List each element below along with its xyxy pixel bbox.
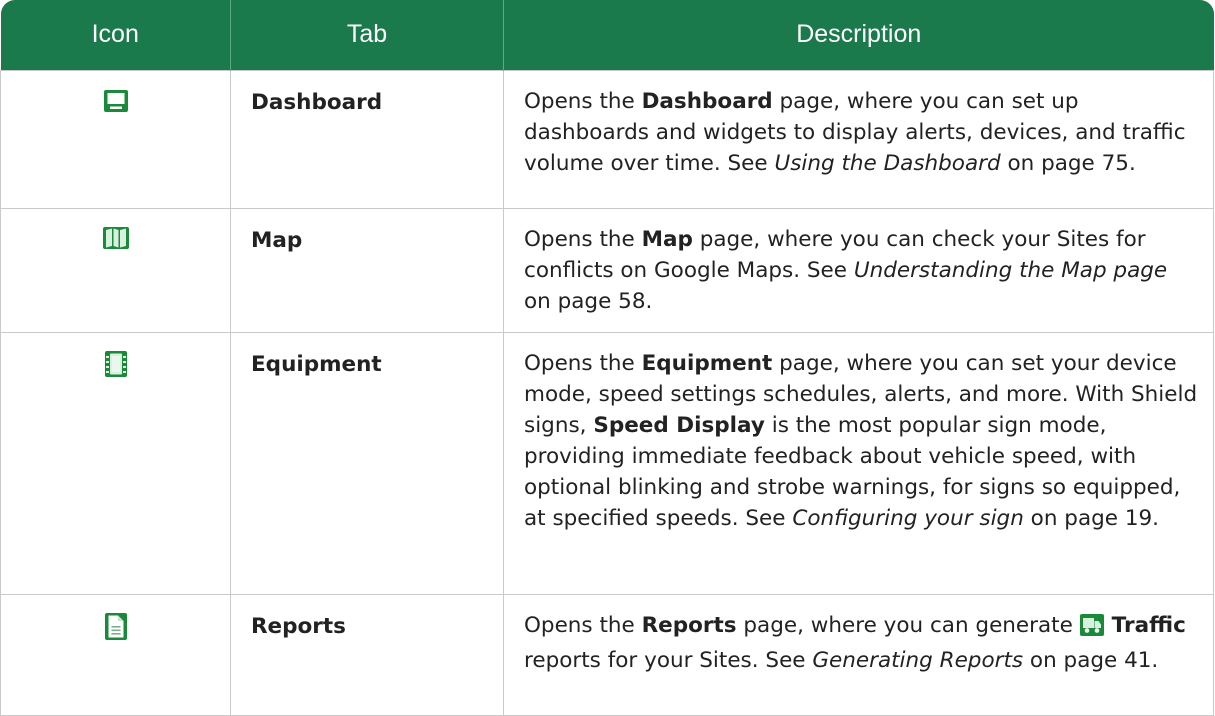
table-row: Equipment Opens the Equipment page, wher… bbox=[0, 331, 1214, 595]
description: Opens the Equipment page, where you can … bbox=[503, 331, 1214, 595]
table-header-row: Icon Tab Description bbox=[0, 0, 1214, 70]
equipment-chip-icon bbox=[104, 350, 127, 386]
tab-name: Map bbox=[230, 207, 504, 333]
description: Opens the Dashboard page, where you can … bbox=[503, 69, 1214, 209]
icon-cell bbox=[0, 593, 231, 716]
table-row: Reports Opens the Reports page, where yo… bbox=[0, 593, 1214, 716]
icon-cell bbox=[0, 331, 231, 595]
header-tab: Tab bbox=[230, 0, 504, 70]
description-bold: Dashboard bbox=[641, 88, 773, 114]
icon-cell bbox=[0, 69, 231, 209]
tab-description-table: Icon Tab Description Dashboard Opens the… bbox=[0, 0, 1214, 716]
description: Opens the Map page, where you can check … bbox=[503, 207, 1214, 333]
description: Opens the Reports page, where you can ge… bbox=[503, 593, 1214, 716]
description-bold: Traffic bbox=[1111, 612, 1186, 638]
description-bold: Speed Display bbox=[593, 412, 765, 438]
dashboard-monitor-icon bbox=[103, 89, 129, 122]
map-icon bbox=[102, 226, 129, 258]
header-description: Description bbox=[503, 0, 1214, 70]
cross-reference: Using the Dashboard bbox=[774, 150, 1001, 176]
cross-reference: Understanding the Map page bbox=[853, 257, 1168, 283]
cross-reference: Generating Reports bbox=[812, 647, 1024, 673]
traffic-truck-icon bbox=[1079, 613, 1104, 645]
tab-name: Dashboard bbox=[230, 69, 504, 209]
table-row: Dashboard Opens the Dashboard page, wher… bbox=[0, 69, 1214, 209]
description-bold: Map bbox=[641, 226, 693, 252]
tab-name: Equipment bbox=[230, 331, 504, 595]
header-icon: Icon bbox=[0, 0, 231, 70]
reports-document-icon bbox=[104, 612, 127, 649]
tab-name: Reports bbox=[230, 593, 504, 716]
description-bold: Reports bbox=[641, 612, 737, 638]
cross-reference: Configuring your sign bbox=[792, 505, 1024, 531]
description-bold: Equipment bbox=[641, 350, 773, 376]
table-row: Map Opens the Map page, where you can ch… bbox=[0, 207, 1214, 333]
icon-cell bbox=[0, 207, 231, 333]
